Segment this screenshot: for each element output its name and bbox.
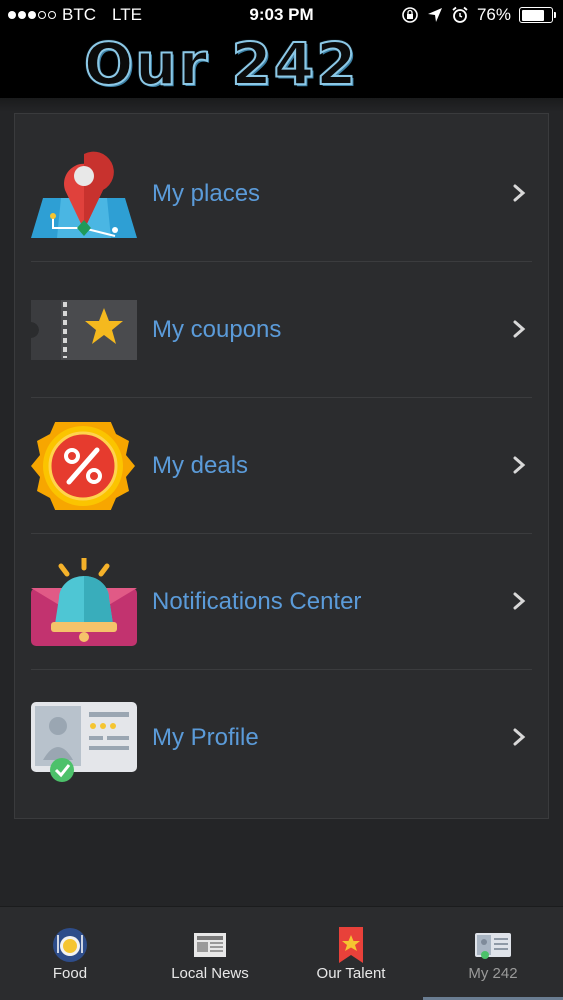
menu-item-notifications-center[interactable]: Notifications Center — [15, 534, 548, 670]
menu-item-my-deals[interactable]: My deals — [15, 398, 548, 534]
chevron-right-icon — [513, 320, 526, 338]
location-arrow-icon — [427, 8, 442, 22]
alarm-icon — [452, 6, 468, 23]
chevron-right-icon — [513, 728, 526, 746]
menu-item-label: My coupons — [152, 316, 282, 343]
tab-bar: Food Local News Our Talent My 242 — [0, 906, 563, 1000]
status-bar: BTC LTE 9:03 PM 76% — [0, 0, 563, 30]
tab-food[interactable]: Food — [0, 907, 140, 1000]
star-ribbon-icon — [339, 927, 363, 963]
chevron-right-icon — [513, 592, 526, 610]
tab-label: My 242 — [468, 965, 518, 982]
menu-item-label: My Profile — [152, 724, 259, 751]
food-plate-icon — [53, 928, 87, 962]
map-pin-icon — [31, 150, 137, 238]
tab-our-talent[interactable]: Our Talent — [281, 907, 421, 1000]
battery-icon — [519, 7, 556, 23]
profile-card-icon — [31, 694, 137, 782]
bell-icon — [31, 555, 137, 646]
tab-local-news[interactable]: Local News — [140, 907, 280, 1000]
menu-item-label: My deals — [152, 452, 249, 479]
status-right: 76% — [401, 5, 556, 25]
menu-item-my-profile[interactable]: My Profile — [15, 670, 548, 806]
chevron-right-icon — [513, 184, 526, 202]
menu-card: My places My coupons My deals Notificati… — [14, 113, 549, 819]
newspaper-icon — [194, 933, 226, 957]
menu-item-label: Notifications Center — [152, 588, 362, 615]
menu-item-my-coupons[interactable]: My coupons — [15, 262, 548, 398]
menu-item-label: My places — [152, 180, 261, 207]
app-screen: BTC LTE 9:03 PM 76% Our 242 My places My… — [0, 0, 563, 1000]
tab-label: Our Talent — [316, 965, 386, 982]
percent-badge-icon — [31, 413, 137, 519]
app-logo: Our 242 — [83, 30, 359, 98]
battery-percent: 76% — [476, 5, 511, 24]
rotation-lock-icon — [402, 7, 418, 23]
profile-card-icon — [475, 933, 511, 959]
chevron-right-icon — [513, 456, 526, 474]
menu-item-my-places[interactable]: My places — [15, 126, 548, 262]
header-divider — [0, 98, 563, 112]
coupon-ticket-icon — [31, 286, 137, 374]
tab-label: Food — [52, 965, 88, 982]
tab-my-242[interactable]: My 242 — [423, 907, 563, 1000]
app-header: Our 242 — [0, 30, 563, 98]
tab-label: Local News — [171, 965, 249, 982]
